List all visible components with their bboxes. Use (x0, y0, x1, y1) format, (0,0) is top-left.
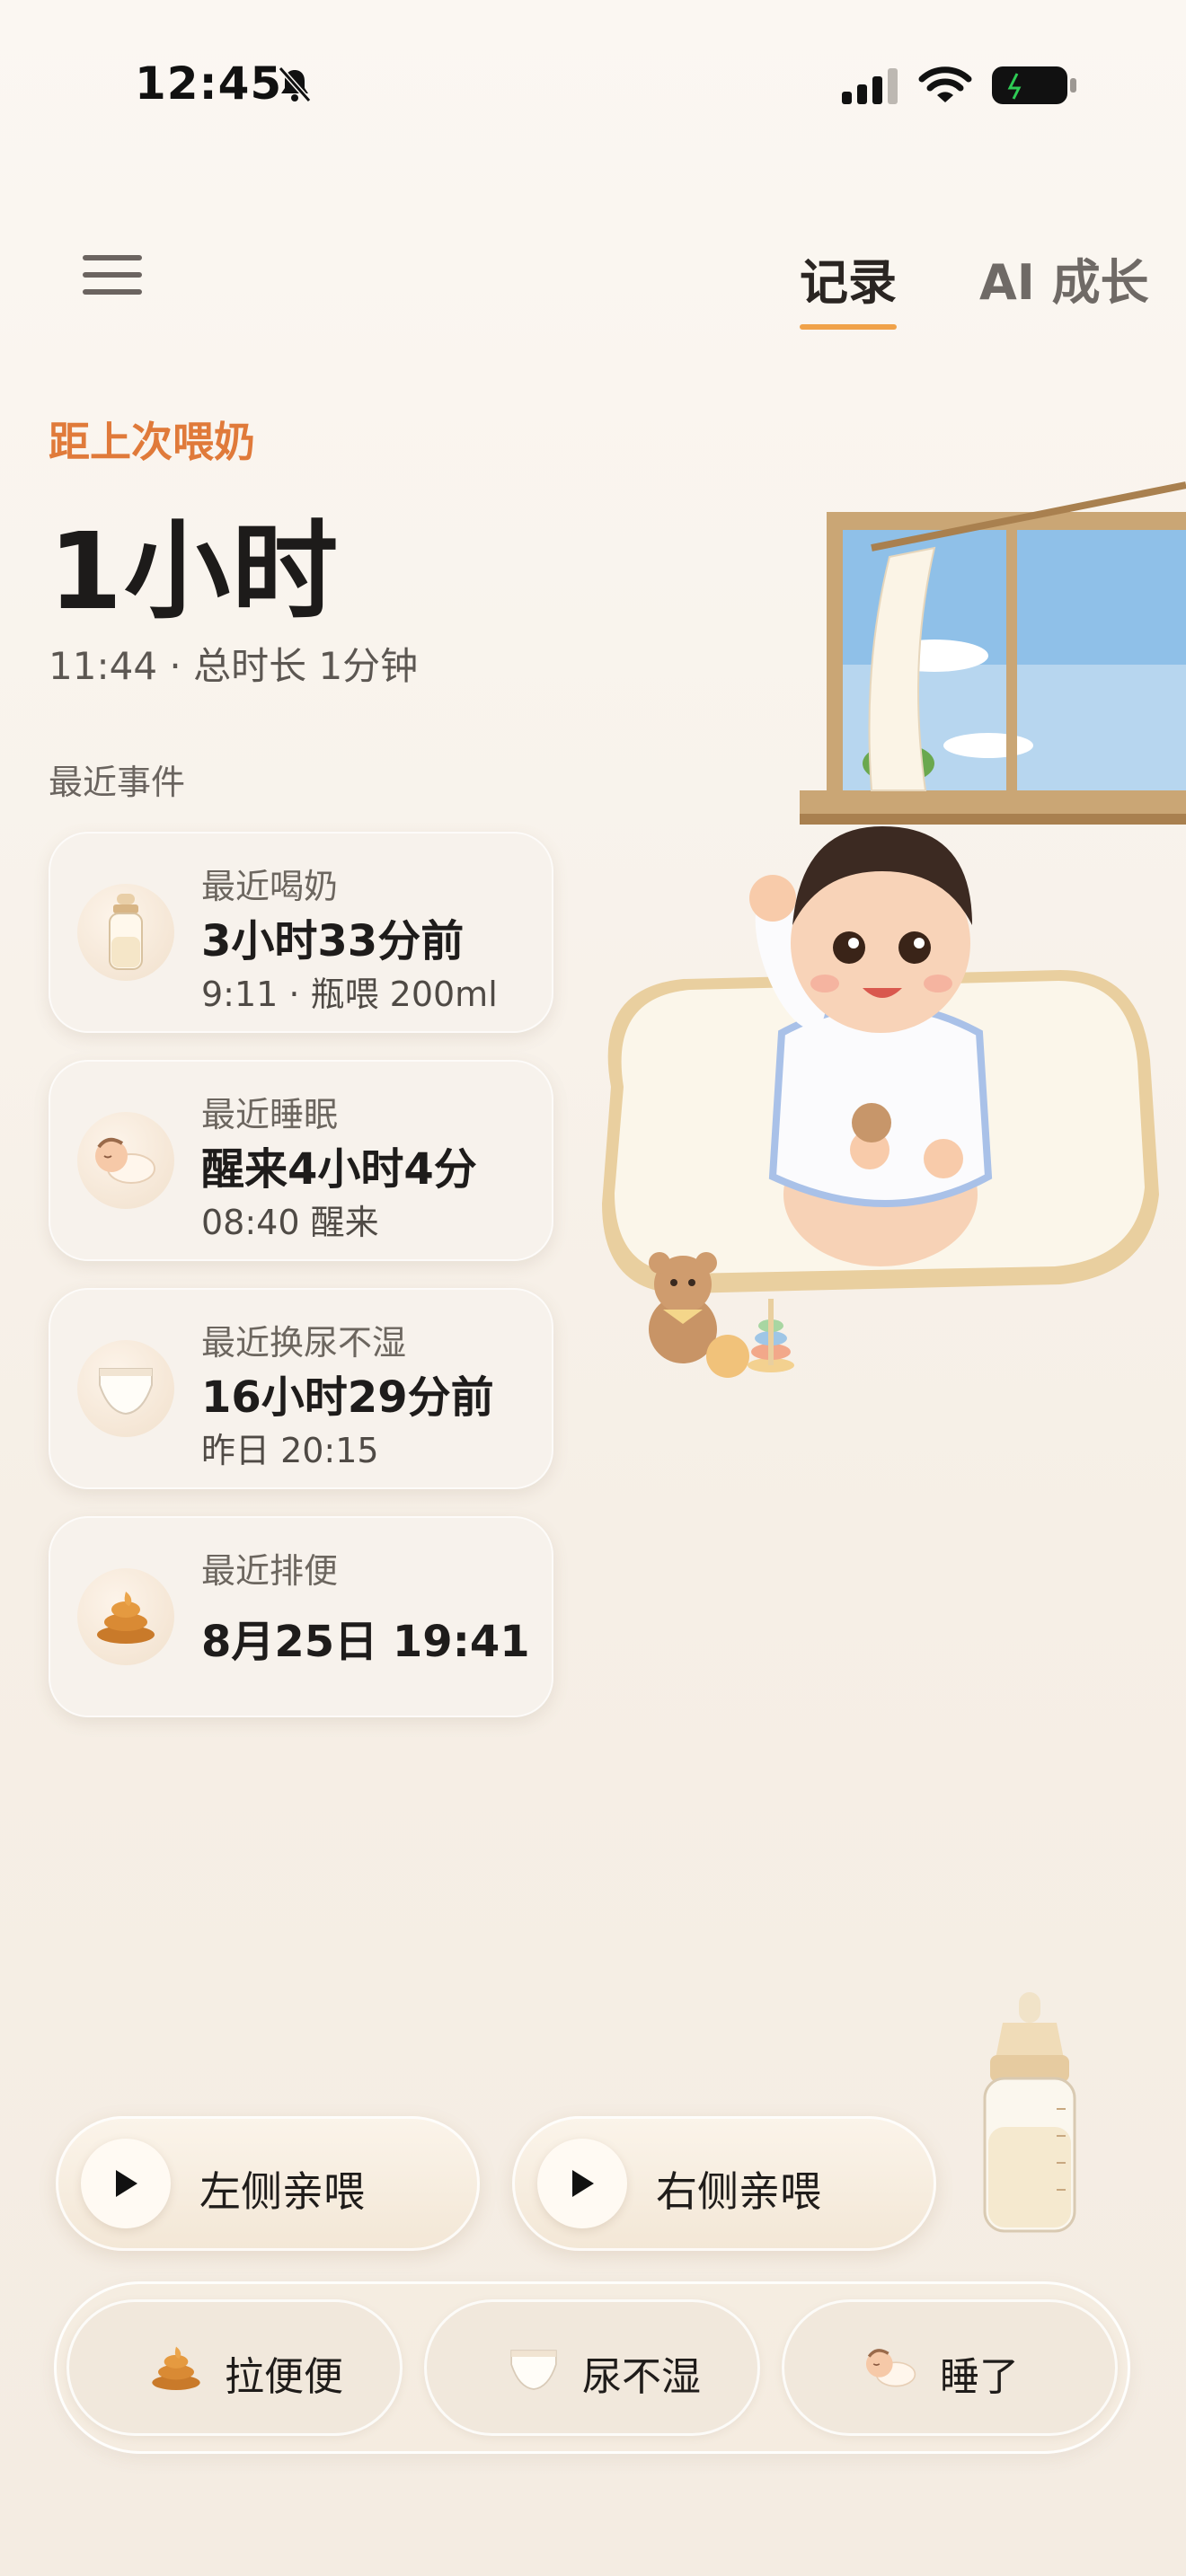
poop-icon (77, 1568, 174, 1665)
event-main: 3小时33分前 (201, 916, 465, 966)
menu-button[interactable] (83, 255, 142, 295)
wifi-icon (918, 66, 972, 102)
event-card-diaper[interactable]: 最近换尿不湿 16小时29分前 昨日 20:15 (49, 1288, 553, 1489)
left-breastfeed-button[interactable]: 左侧亲喂 (56, 2116, 480, 2251)
event-main: 16小时29分前 (201, 1372, 494, 1423)
ball-toy (706, 1335, 749, 1378)
poop-button-label: 拉便便 (225, 2354, 343, 2400)
tab-record[interactable]: 记录 (800, 243, 897, 330)
sleep-button-label: 睡了 (940, 2354, 1019, 2400)
bottle-feed-button[interactable] (976, 1992, 1084, 2235)
recent-events-title: 最近事件 (49, 763, 186, 802)
since-last-feed-label: 距上次喂奶 (49, 418, 255, 466)
bell-muted-icon (278, 66, 312, 102)
stacking-rings-toy (748, 1299, 794, 1372)
play-icon (537, 2139, 627, 2228)
event-main: 8月25日 19:41 (201, 1617, 530, 1667)
teddy-bear-toy (649, 1252, 717, 1363)
tab-active-indicator (800, 324, 897, 330)
poop-icon (146, 2337, 207, 2398)
sleeping-baby-icon (861, 2337, 922, 2398)
menu-icon (83, 255, 142, 260)
window-illustration (800, 481, 1186, 825)
baby-illustration (602, 481, 1186, 1378)
event-card-sleep[interactable]: 最近睡眠 醒来4小时4分 08:40 醒来 (49, 1060, 553, 1261)
event-title: 最近换尿不湿 (201, 1323, 407, 1363)
event-main: 醒来4小时4分 (201, 1144, 477, 1195)
event-title: 最近喝奶 (201, 867, 339, 906)
event-card-feed[interactable]: 最近喝奶 3小时33分前 9:11 · 瓶喂 200ml (49, 832, 553, 1033)
event-sub: 9:11 · 瓶喂 200ml (201, 975, 498, 1014)
since-last-feed-value: 1小时 (49, 509, 341, 633)
play-icon (81, 2139, 171, 2228)
diaper-icon (503, 2337, 564, 2398)
cell-signal-icon (842, 68, 898, 104)
event-card-poop[interactable]: 最近排便 8月25日 19:41 (49, 1516, 553, 1717)
diaper-button-label: 尿不湿 (582, 2354, 701, 2400)
poop-button[interactable]: 拉便便 (66, 2299, 403, 2436)
diaper-button[interactable]: 尿不湿 (424, 2299, 760, 2436)
event-title: 最近排便 (201, 1551, 339, 1591)
sleeping-baby-icon (77, 1112, 174, 1209)
event-title: 最近睡眠 (201, 1095, 339, 1134)
event-sub: 昨日 20:15 (201, 1431, 379, 1470)
right-breastfeed-button[interactable]: 右侧亲喂 (512, 2116, 936, 2251)
last-feed-detail: 11:44 · 总时长 1分钟 (49, 644, 419, 688)
bottle-icon (77, 884, 174, 981)
left-breastfeed-label: 左侧亲喂 (199, 2167, 365, 2216)
status-time: 12:45 (135, 57, 283, 110)
tab-ai-growth[interactable]: AI 成长 (979, 243, 1149, 313)
right-breastfeed-label: 右侧亲喂 (656, 2167, 821, 2216)
event-sub: 08:40 醒来 (201, 1203, 379, 1242)
sleep-button[interactable]: 睡了 (782, 2299, 1118, 2436)
battery-icon (992, 66, 1076, 104)
quick-action-bar: 拉便便 尿不湿 睡了 (54, 2281, 1130, 2454)
diaper-icon (77, 1340, 174, 1437)
